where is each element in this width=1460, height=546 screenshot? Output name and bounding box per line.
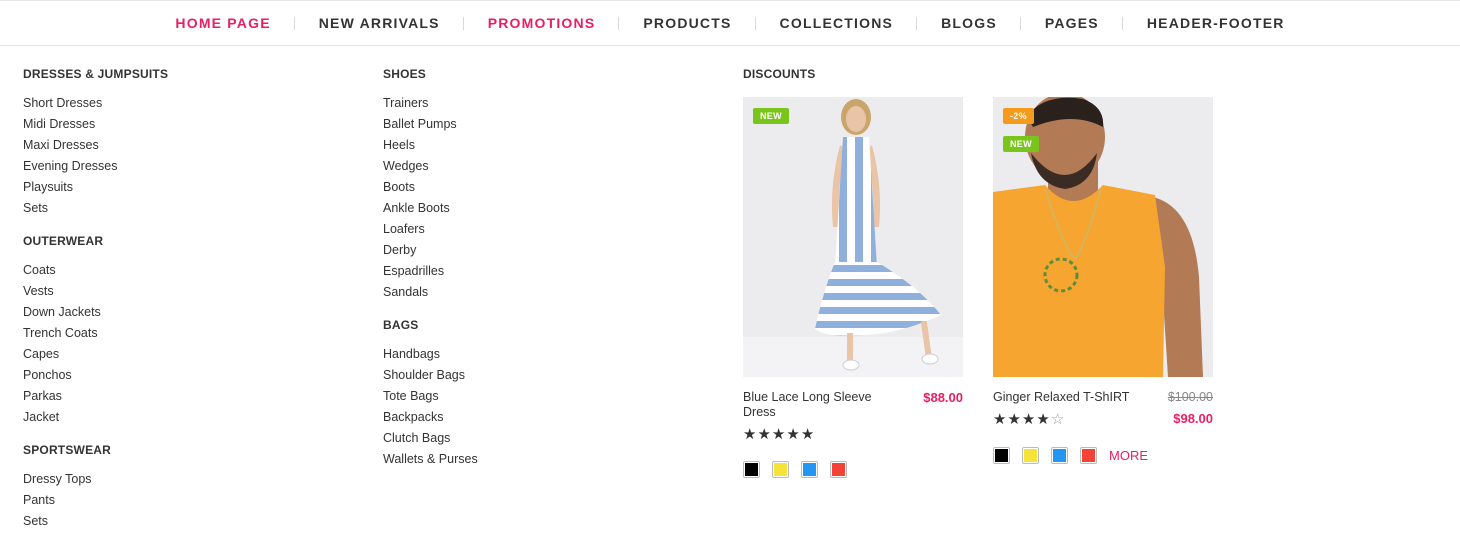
star-icon: ★	[786, 426, 801, 443]
menu-link[interactable]: Wallets & Purses	[383, 449, 478, 470]
menu-link[interactable]: Short Dresses	[23, 93, 168, 114]
color-swatches: MORE	[993, 447, 1148, 464]
menu-link[interactable]: Sets	[23, 511, 168, 532]
star-icon: ★	[993, 411, 1008, 428]
rating-stars: ★★★★★	[743, 427, 815, 443]
menu-link[interactable]: Loafers	[383, 219, 478, 240]
menu-link[interactable]: Derby	[383, 240, 478, 261]
menu-group-dresses: DRESSES & JUMPSUITS Short Dresses Midi D…	[23, 66, 168, 219]
menu-link[interactable]: Pants	[23, 490, 168, 511]
menu-column-clothing: DRESSES & JUMPSUITS Short Dresses Midi D…	[23, 66, 168, 546]
nav-new-arrivals[interactable]: NEW ARRIVALS	[295, 2, 464, 45]
star-icon: ★	[757, 426, 772, 443]
swatch-yellow[interactable]	[772, 461, 789, 478]
product-old-price: $100.00	[1167, 390, 1213, 404]
star-icon: ★	[1021, 411, 1037, 428]
nav-home-page[interactable]: HOME PAGE	[151, 2, 296, 45]
menu-link[interactable]: Coats	[23, 260, 168, 281]
menu-link[interactable]: Vests	[23, 281, 168, 302]
star-icon: ★	[1007, 411, 1022, 428]
menu-link[interactable]: Espadrilles	[383, 261, 478, 282]
menu-link[interactable]: Maxi Dresses	[23, 135, 168, 156]
dress-photo	[743, 97, 963, 377]
menu-group-shoes: SHOES Trainers Ballet Pumps Heels Wedges…	[383, 66, 478, 303]
swatch-red[interactable]	[1080, 447, 1097, 464]
menu-heading[interactable]: BAGS	[383, 317, 478, 333]
nav-products[interactable]: PRODUCTS	[619, 2, 756, 45]
menu-column-accessories: SHOES Trainers Ballet Pumps Heels Wedges…	[383, 66, 478, 484]
menu-link[interactable]: Evening Dresses	[23, 156, 168, 177]
menu-link[interactable]: Shoulder Bags	[383, 365, 478, 386]
menu-link[interactable]: Down Jackets	[23, 302, 168, 323]
product-image-tshirt[interactable]: -2% NEW	[993, 97, 1213, 377]
swatch-blue[interactable]	[1051, 447, 1068, 464]
menu-link[interactable]: Jacket	[23, 407, 168, 428]
product-card: NEW Blue Lace Long Sleeve Dress $88.00 ★…	[743, 97, 963, 478]
menu-link[interactable]: Sets	[23, 198, 168, 219]
menu-heading[interactable]: OUTERWEAR	[23, 233, 168, 249]
menu-link[interactable]: Trench Coats	[23, 323, 168, 344]
menu-link[interactable]: Dressy Tops	[23, 469, 168, 490]
menu-heading[interactable]: DRESSES & JUMPSUITS	[23, 66, 168, 82]
star-icon: ★	[1036, 411, 1051, 428]
nav-collections[interactable]: COLLECTIONS	[756, 2, 918, 45]
star-icon: ★	[743, 426, 758, 443]
menu-heading[interactable]: SPORTSWEAR	[23, 442, 168, 458]
menu-link[interactable]: Midi Dresses	[23, 114, 168, 135]
menu-link[interactable]: Ponchos	[23, 365, 168, 386]
product-image-dress[interactable]: NEW	[743, 97, 963, 377]
rating-stars: ★★★★☆	[993, 412, 1065, 428]
nav-blogs[interactable]: BLOGS	[917, 2, 1021, 45]
nav-header-footer[interactable]: HEADER-FOOTER	[1123, 2, 1309, 45]
product-price: $88.00	[923, 390, 963, 405]
swatch-black[interactable]	[993, 447, 1010, 464]
badge-new: NEW	[753, 108, 789, 124]
menu-link[interactable]: Handbags	[383, 344, 478, 365]
menu-link[interactable]: Wedges	[383, 156, 478, 177]
menu-group-outerwear: OUTERWEAR Coats Vests Down Jackets Trenc…	[23, 233, 168, 428]
menu-group-bags: BAGS Handbags Shoulder Bags Tote Bags Ba…	[383, 317, 478, 470]
menu-link[interactable]: Tote Bags	[383, 386, 478, 407]
menu-link[interactable]: Parkas	[23, 386, 168, 407]
top-border	[0, 0, 1460, 1]
swatch-black[interactable]	[743, 461, 760, 478]
star-icon: ★	[800, 426, 816, 443]
more-colors-link[interactable]: MORE	[1109, 448, 1148, 463]
star-icon: ★	[771, 426, 787, 443]
menu-group-sportswear: SPORTSWEAR Dressy Tops Pants Sets	[23, 442, 168, 532]
main-nav: HOME PAGE NEW ARRIVALS PROMOTIONS PRODUCTS C…	[0, 2, 1460, 46]
color-swatches	[743, 461, 859, 478]
menu-heading[interactable]: SHOES	[383, 66, 478, 82]
badge-new: NEW	[1003, 136, 1039, 152]
menu-link[interactable]: Playsuits	[23, 177, 168, 198]
swatch-red[interactable]	[830, 461, 847, 478]
product-name[interactable]: Ginger Relaxed T-ShIRT	[993, 390, 1143, 405]
menu-link[interactable]: Boots	[383, 177, 478, 198]
menu-link[interactable]: Heels	[383, 135, 478, 156]
menu-link[interactable]: Sandals	[383, 282, 478, 303]
discounts-heading: DISCOUNTS	[743, 67, 816, 81]
product-card: -2% NEW Ginger Relaxed T-ShIRT $100.00 $…	[993, 97, 1213, 464]
nav-pages[interactable]: PAGES	[1021, 2, 1123, 45]
swatch-yellow[interactable]	[1022, 447, 1039, 464]
star-half-icon: ☆	[1050, 411, 1066, 428]
swatch-blue[interactable]	[801, 461, 818, 478]
badge-discount: -2%	[1003, 108, 1034, 124]
menu-link[interactable]: Ankle Boots	[383, 198, 478, 219]
menu-link[interactable]: Backpacks	[383, 407, 478, 428]
product-price: $98.00	[1173, 411, 1213, 426]
nav-promotions[interactable]: PROMOTIONS	[464, 2, 620, 45]
menu-link[interactable]: Clutch Bags	[383, 428, 478, 449]
menu-link[interactable]: Ballet Pumps	[383, 114, 478, 135]
menu-link[interactable]: Capes	[23, 344, 168, 365]
product-name[interactable]: Blue Lace Long Sleeve Dress	[743, 390, 893, 420]
menu-link[interactable]: Trainers	[383, 93, 478, 114]
